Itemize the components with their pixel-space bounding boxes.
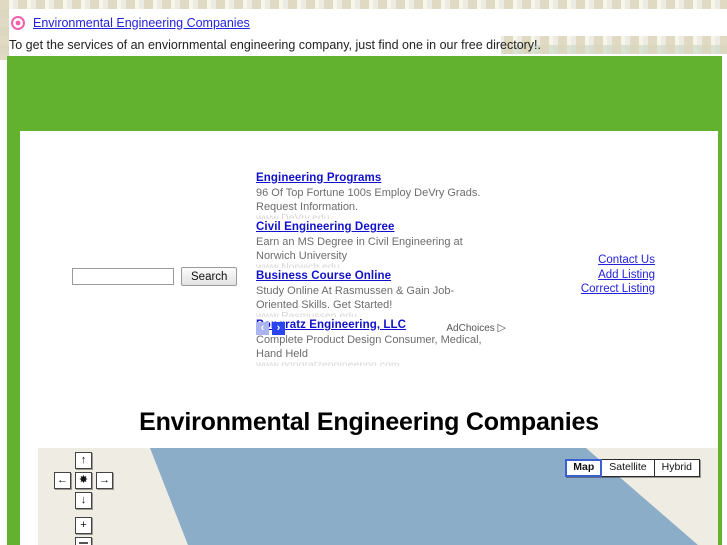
map-type-map[interactable]: Map [565,459,603,477]
ad-unit: Business Course Online Study Online At R… [256,269,506,317]
adchoices-label: AdChoices [446,323,495,334]
ads-prev-button[interactable]: ‹ [256,322,269,335]
adchoices-link[interactable]: AdChoices ▷ [446,322,506,335]
ad-display-url: www.DeVry.edu [256,214,506,219]
adchoices-icon: ▷ [497,322,506,334]
ad-title-link[interactable]: Business Course Online [256,269,506,284]
ad-display-url: www.pongratzengineering.com [256,361,506,366]
site-title-link[interactable]: Environmental Engineering Companies [33,16,250,30]
ad-description: Earn an MS Degree in Civil Engineering a… [256,236,463,262]
map-pan-down-button[interactable]: ↓ [75,492,92,509]
ad-unit: Engineering Programs 96 Of Top Fortune 1… [256,171,506,219]
search-form: Search [72,267,238,286]
map-type-switcher: Map Satellite Hybrid [565,459,700,477]
contact-us-link[interactable]: Contact Us [500,253,655,268]
map-pan-right-button[interactable]: → [96,472,113,489]
map-center-button[interactable]: ✸ [75,472,92,489]
add-listing-link[interactable]: Add Listing [500,268,655,283]
map-pan-left-button[interactable]: ← [54,472,71,489]
page-root: Environmental Engineering Companies To g… [0,0,727,545]
site-header: Environmental Engineering Companies [9,9,727,36]
ad-display-url: www.Norwich.edu [256,263,506,268]
ad-title-link[interactable]: Civil Engineering Degree [256,220,506,235]
zoom-slider-handle[interactable] [79,542,88,544]
page-title: Environmental Engineering Companies [139,407,599,436]
search-input[interactable] [72,268,174,285]
ad-description: 96 Of Top Fortune 100s Employ DeVry Grad… [256,187,481,213]
map-zoom-slider[interactable] [75,537,92,545]
ads-footer: ‹ › AdChoices ▷ [256,322,506,338]
ad-title-link[interactable]: Engineering Programs [256,171,506,186]
target-circle-icon [11,15,25,30]
map-canvas[interactable]: ↑ ← ✸ → ↓ + Map Satellite Hybrid [38,448,718,545]
map-zoom-in-button[interactable]: + [75,517,92,534]
ad-description: Study Online At Rasmussen & Gain Job-Ori… [256,285,455,311]
site-tagline: To get the services of an enviornmental … [9,38,542,52]
content-card: Engineering Programs 96 Of Top Fortune 1… [20,131,718,545]
background-pattern-top [0,0,727,9]
search-button[interactable]: Search [181,267,238,286]
map-type-hybrid[interactable]: Hybrid [654,460,699,476]
ad-unit: Civil Engineering Degree Earn an MS Degr… [256,220,506,268]
ad-display-url: www.Rasmussen.edu [256,312,506,317]
ads-next-button[interactable]: › [272,322,285,335]
correct-listing-link[interactable]: Correct Listing [500,282,655,297]
map-type-satellite[interactable]: Satellite [602,460,655,476]
background-pattern-left [0,0,9,60]
utility-links: Contact Us Add Listing Correct Listing [500,253,655,297]
map-pan-up-button[interactable]: ↑ [75,452,92,469]
